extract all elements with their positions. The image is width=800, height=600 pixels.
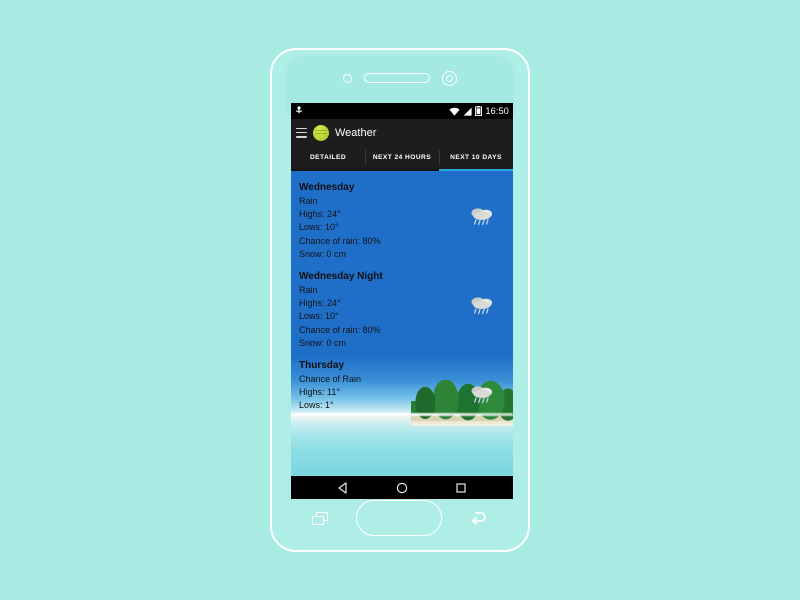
status-bar-left — [295, 106, 449, 116]
weather-app-icon — [313, 124, 329, 141]
forecast-card-wednesday[interactable]: Wednesday Rain Highs: 24° Lows: 10° Chan… — [291, 178, 513, 267]
phone-screen: 16:50 Weather DETAILED NEXT 24 HOURS NEX… — [291, 103, 513, 499]
forecast-cards: Wednesday Rain Highs: 24° Lows: 10° Chan… — [291, 171, 513, 479]
proximity-sensor-icon — [343, 73, 352, 83]
status-bar-right: 16:50 — [449, 106, 509, 116]
tab-next-10-days[interactable]: NEXT 10 DAYS — [439, 146, 513, 171]
tab-next-24-hours[interactable]: NEXT 24 HOURS — [365, 146, 439, 169]
earpiece-speaker-icon — [364, 73, 430, 83]
forecast-snow: Snow: 0 cm — [299, 337, 347, 348]
status-bar: 16:50 — [291, 103, 513, 119]
forecast-chance: Chance of rain: 80% — [299, 235, 381, 246]
rain-cloud-icon — [471, 386, 492, 404]
hw-back-icon[interactable] — [470, 510, 488, 526]
tab-next-24-hours-label: NEXT 24 HOURS — [372, 154, 432, 161]
tab-detailed[interactable]: DETAILED — [291, 146, 365, 169]
forecast-day: Thursday — [299, 360, 345, 372]
battery-icon — [475, 106, 483, 116]
hamburger-menu-icon[interactable] — [296, 127, 307, 138]
app-title: Weather — [335, 126, 377, 139]
forecast-chance: Chance of rain: 80% — [299, 324, 381, 335]
forecast-card-thursday[interactable]: Thursday Chance of Rain Highs: 11° Lows:… — [291, 356, 513, 419]
forecast-snow: Snow: 0 cm — [299, 248, 347, 259]
signal-icon — [464, 107, 473, 116]
forecast-day: Wednesday — [299, 182, 355, 193]
status-bar-clock: 16:50 — [485, 106, 509, 116]
android-nav-bar — [291, 476, 513, 499]
recents-square-icon[interactable] — [455, 482, 467, 494]
rain-cloud-icon — [471, 297, 492, 315]
forecast-day: Wednesday Night — [299, 271, 383, 283]
forecast-card-wednesday-night[interactable]: Wednesday Night Rain Highs: 24° Lows: 10… — [291, 267, 513, 356]
tab-bar: DETAILED NEXT 24 HOURS NEXT 10 DAYS — [291, 146, 513, 171]
wifi-icon — [449, 107, 461, 116]
tab-next-10-days-label: NEXT 10 DAYS — [450, 154, 502, 161]
tab-detailed-label: DETAILED — [309, 154, 347, 161]
phone-device: 16:50 Weather DETAILED NEXT 24 HOURS NEX… — [270, 48, 530, 552]
forecast-list[interactable]: Wednesday Rain Highs: 24° Lows: 10° Chan… — [291, 171, 513, 479]
hw-home-button[interactable] — [356, 500, 442, 536]
home-circle-icon[interactable] — [396, 482, 408, 494]
phone-hardware-buttons — [272, 496, 528, 540]
hw-recents-icon[interactable] — [312, 511, 328, 525]
back-triangle-icon[interactable] — [337, 481, 349, 494]
front-camera-icon — [442, 70, 457, 86]
action-bar: Weather — [291, 119, 513, 146]
usb-debug-icon — [296, 106, 302, 114]
phone-top-hardware — [272, 68, 528, 88]
rain-cloud-icon — [471, 208, 492, 226]
